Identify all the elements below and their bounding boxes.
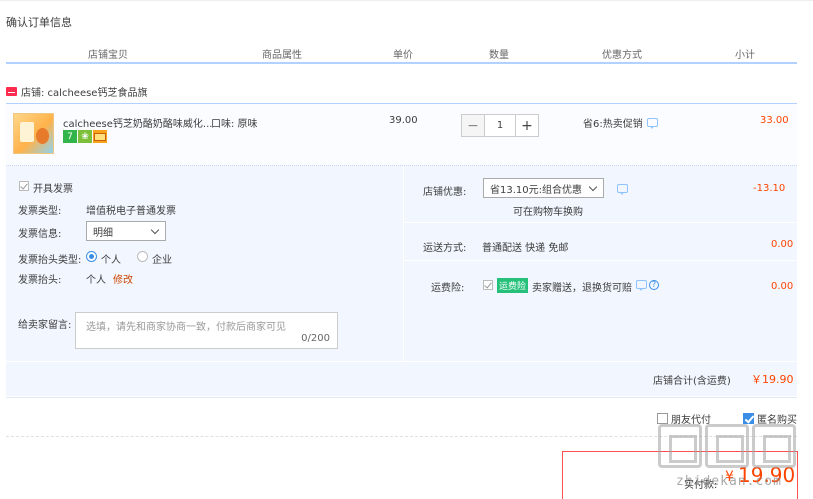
seven-day-return-icon[interactable]: 7: [63, 130, 77, 143]
modify-invoice-link[interactable]: 修改: [113, 271, 133, 286]
freshness-icon[interactable]: ❀: [78, 130, 92, 143]
invoice-header-value: 个人: [86, 275, 106, 286]
seller-message-placeholder: 选填，请先和商家协商一致，付款后商家可见: [86, 322, 286, 333]
column-header-quantity: 数量: [489, 50, 509, 61]
divider: [6, 397, 797, 398]
payment-value: 19.90: [738, 463, 796, 487]
header-type-company-label[interactable]: 企业: [152, 251, 172, 266]
open-invoice-checkbox[interactable]: [19, 181, 29, 191]
insurance-desc: 卖家赠送，退换货可赔: [532, 283, 632, 294]
shop-discount-select[interactable]: 省13.10元:组合优惠: [483, 178, 604, 198]
shop-total-label: 店铺合计(含运费): [653, 376, 731, 387]
page-title: 确认订单信息: [6, 16, 72, 29]
payment-currency: ¥: [725, 469, 734, 485]
column-header-discount: 优惠方式: [602, 50, 642, 61]
column-header-unit-price: 单价: [393, 50, 413, 61]
top-divider: [0, 0, 813, 1]
payment-label: 实付款:: [684, 480, 718, 491]
service-badges: 7 ❀: [63, 130, 107, 143]
help-icon[interactable]: ?: [649, 280, 659, 290]
quantity-stepper: − 1 +: [461, 114, 539, 137]
shipping-value: 0.00: [771, 239, 794, 250]
anonymous-option[interactable]: 匿名购买: [743, 411, 797, 426]
chevron-down-icon: [588, 182, 598, 192]
increase-quantity-button[interactable]: +: [515, 114, 539, 137]
shop-total-row: 店铺合计(含运费) ￥19.90: [6, 361, 797, 396]
friend-pay-checkbox[interactable]: [657, 413, 668, 424]
anonymous-checkbox[interactable]: [743, 413, 754, 424]
credit-card-icon[interactable]: [93, 130, 107, 143]
friend-pay-label[interactable]: 朋友代付: [671, 411, 711, 426]
insurance-tag: 运费险: [497, 278, 529, 293]
seller-message-counter: 0/200: [301, 333, 330, 344]
shop-icon: [6, 87, 17, 96]
item-subtotal: 33.00: [760, 115, 789, 126]
promotion-text: 省6:热卖促销: [583, 119, 643, 130]
product-attribute: 口味: 原味: [211, 119, 258, 130]
seller-message-input[interactable]: 选填，请先和商家协商一致，付款后商家可见 0/200: [75, 312, 338, 349]
invoice-and-message-pane: 开具发票 发票类型: 增值税电子普通发票 发票信息: 明细 发票抬头类型: 个人…: [6, 166, 401, 362]
discount-comment-icon[interactable]: [617, 184, 628, 195]
payment-summary-box: 实付款: ¥ 19.90: [562, 451, 798, 499]
header-type-company-radio[interactable]: [137, 251, 148, 262]
chevron-down-icon: [150, 225, 160, 235]
header-type-personal-label[interactable]: 个人: [101, 251, 121, 266]
column-header-shop-items: 店铺宝贝: [88, 50, 128, 61]
invoice-header-type-label: 发票抬头类型:: [18, 255, 82, 266]
divider: [6, 436, 797, 437]
seller-message-label: 给卖家留言:: [18, 320, 72, 331]
header-underline: [6, 62, 797, 64]
shop-fee-pane: 店铺优惠: 省13.10元:组合优惠 可在购物车换购 -13.10 运送方式: …: [403, 166, 798, 362]
insurance-value: 0.00: [771, 281, 794, 292]
invoice-type-label: 发票类型:: [18, 206, 62, 217]
product-thumbnail[interactable]: [13, 113, 54, 154]
invoice-type-value: 增值税电子普通发票: [86, 206, 176, 217]
order-item-row: calcheese钙芝奶酪奶酪味威化... 7 ❀ 口味: 原味 39.00 −…: [6, 103, 797, 165]
shipping-label: 运送方式:: [423, 243, 467, 254]
friend-pay-option[interactable]: 朋友代付: [657, 411, 711, 426]
insurance-label: 运费险:: [431, 283, 465, 294]
order-confirm-page: 确认订单信息 店铺宝贝 商品属性 单价 数量 优惠方式 小计 店铺: calch…: [0, 0, 813, 499]
column-header-subtotal: 小计: [735, 50, 755, 61]
shop-discount-value: -13.10: [753, 183, 786, 194]
open-invoice-label: 开具发票: [33, 184, 73, 195]
shop-line: 店铺: calcheese钙芝食品旗: [6, 84, 147, 99]
shop-total-value: ￥19.90: [751, 373, 794, 386]
promotion-comment-icon[interactable]: [646, 118, 658, 129]
quantity-input[interactable]: 1: [485, 114, 515, 137]
shop-name[interactable]: 店铺: calcheese钙芝食品旗: [21, 84, 147, 99]
header-type-personal-radio[interactable]: [86, 251, 97, 262]
insurance-checkbox[interactable]: [483, 280, 493, 290]
order-options-panel: 开具发票 发票类型: 增值税电子普通发票 发票信息: 明细 发票抬头类型: 个人…: [6, 165, 798, 362]
shop-discount-selected: 省13.10元:组合优惠: [490, 184, 582, 196]
column-header-attributes: 商品属性: [262, 50, 302, 61]
invoice-info-select[interactable]: 明细: [86, 221, 166, 241]
promotion: 省6:热卖促销: [583, 115, 658, 130]
anonymous-label[interactable]: 匿名购买: [757, 411, 797, 426]
invoice-info-value: 明细: [93, 227, 113, 239]
invoice-header-label: 发票抬头:: [18, 275, 62, 286]
divider: [404, 222, 798, 223]
insurance-comment-icon[interactable]: [636, 280, 647, 291]
shipping-desc: 普通配送 快递 免邮: [482, 243, 569, 254]
shop-discount-label: 店铺优惠:: [423, 187, 467, 198]
shop-discount-note: 可在购物车换购: [513, 207, 583, 218]
divider: [404, 260, 798, 261]
invoice-info-label: 发票信息:: [18, 229, 62, 240]
decrease-quantity-button[interactable]: −: [461, 114, 485, 137]
unit-price: 39.00: [389, 115, 418, 126]
product-name[interactable]: calcheese钙芝奶酪奶酪味威化...: [63, 115, 212, 130]
